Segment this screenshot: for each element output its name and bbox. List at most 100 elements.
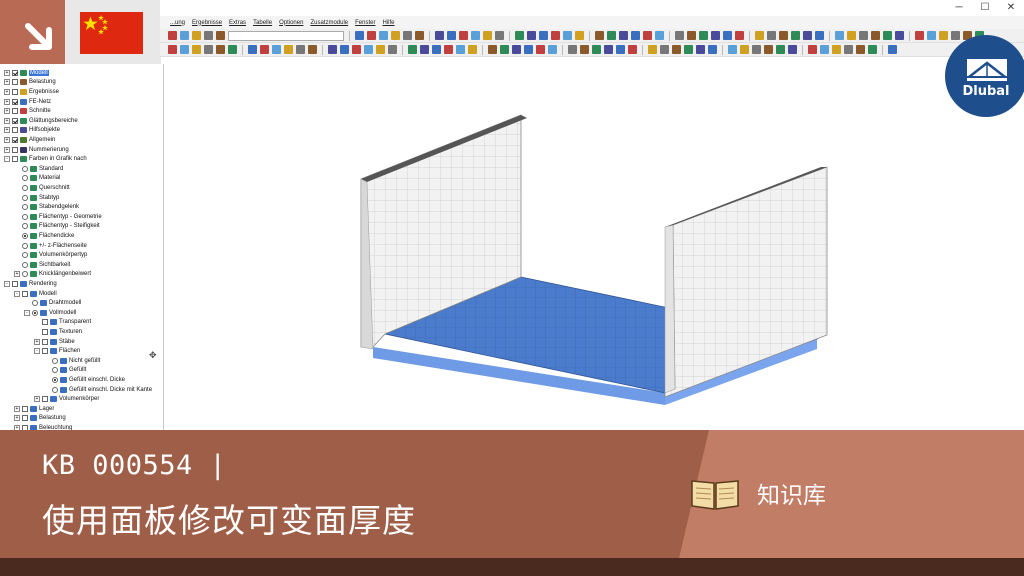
- toolbar-tool-icon[interactable]: [272, 45, 281, 54]
- nav-tree-item[interactable]: Flächentyp - Steifigkeit: [14, 222, 100, 232]
- toolbar-tool-icon[interactable]: [539, 31, 548, 40]
- nav-tree-item[interactable]: Nicht gefüllt: [44, 356, 100, 366]
- expand-icon[interactable]: +: [4, 98, 10, 105]
- toolbar-tool-icon[interactable]: [616, 45, 625, 54]
- checkbox[interactable]: [42, 328, 48, 335]
- toolbar-tool-icon[interactable]: [740, 45, 749, 54]
- radio-button[interactable]: [22, 271, 28, 278]
- toolbar-tool-icon[interactable]: [643, 31, 652, 40]
- radio-button[interactable]: [52, 357, 58, 364]
- toolbar-tool-icon[interactable]: [568, 45, 577, 54]
- radio-button[interactable]: [22, 242, 28, 249]
- nav-tree-item[interactable]: + Glättungsbereiche: [4, 116, 78, 126]
- toolbar-tool-icon[interactable]: [495, 31, 504, 40]
- nav-tree-item[interactable]: + FE-Netz: [4, 97, 51, 107]
- toolbar-tool-icon[interactable]: [791, 31, 800, 40]
- toolbar-tool-icon[interactable]: [192, 45, 201, 54]
- checkbox[interactable]: [12, 98, 18, 105]
- expand-icon[interactable]: +: [14, 405, 20, 412]
- toolbar-tool-icon[interactable]: [444, 45, 453, 54]
- toolbar-tool-icon[interactable]: [248, 45, 257, 54]
- toolbar-tool-icon[interactable]: [376, 45, 385, 54]
- toolbar-tool-icon[interactable]: [388, 45, 397, 54]
- nav-tree-item[interactable]: + Volumenkörper: [34, 394, 99, 404]
- menu-item-zusatzmodule[interactable]: Zusatzmodule: [310, 20, 348, 26]
- toolbar-tool-icon[interactable]: [619, 31, 628, 40]
- toolbar-tool-icon[interactable]: [512, 45, 521, 54]
- expand-icon[interactable]: +: [4, 136, 10, 143]
- toolbar-tool-icon[interactable]: [699, 31, 708, 40]
- checkbox[interactable]: [12, 146, 18, 153]
- toolbar-tool-icon[interactable]: [856, 45, 865, 54]
- checkbox[interactable]: [22, 290, 28, 297]
- close-button[interactable]: ✕: [998, 0, 1024, 16]
- toolbar-tool-icon[interactable]: [488, 45, 497, 54]
- toolbar-tool-icon[interactable]: [628, 45, 637, 54]
- nav-tree-item[interactable]: + Modell: [4, 68, 49, 78]
- toolbar-tool-icon[interactable]: [216, 45, 225, 54]
- checkbox[interactable]: [12, 156, 18, 163]
- toolbar-tool-icon[interactable]: [192, 31, 201, 40]
- toolbar-tool-icon[interactable]: [655, 31, 664, 40]
- nav-tree-item[interactable]: - Vollmodell: [24, 308, 76, 318]
- toolbar-tool-icon[interactable]: [883, 31, 892, 40]
- toolbar-tool-icon[interactable]: [352, 45, 361, 54]
- language-flag-tile[interactable]: [65, 0, 161, 64]
- nav-tree-item[interactable]: + Hilfsobjekte: [4, 126, 60, 136]
- nav-tree-item[interactable]: Stabtyp: [14, 193, 59, 203]
- nav-tree-item[interactable]: Drahtmodell: [24, 298, 81, 308]
- nav-tree-item[interactable]: Flächentyp - Geometrie: [14, 212, 102, 222]
- nav-tree-item[interactable]: + Stäbe: [34, 337, 75, 347]
- menu-item-extras[interactable]: Extras: [229, 20, 246, 26]
- toolbar-tool-icon[interactable]: [284, 45, 293, 54]
- radio-button[interactable]: [22, 194, 28, 201]
- toolbar-tool-icon[interactable]: [595, 31, 604, 40]
- toolbar-tool-icon[interactable]: [459, 31, 468, 40]
- toolbar-tool-icon[interactable]: [847, 31, 856, 40]
- toolbar-tool-icon[interactable]: [696, 45, 705, 54]
- toolbar-tool-icon[interactable]: [752, 45, 761, 54]
- radio-button[interactable]: [22, 223, 28, 230]
- nav-tree-item[interactable]: Transparent: [34, 318, 91, 328]
- radio-button[interactable]: [22, 213, 28, 220]
- nav-tree-item[interactable]: +/- z-Flächenseite: [14, 241, 87, 251]
- toolbar-tool-icon[interactable]: [415, 31, 424, 40]
- nav-tree-item[interactable]: Sichtbarkeit: [14, 260, 70, 270]
- toolbar-tool-icon[interactable]: [367, 31, 376, 40]
- radio-button[interactable]: [22, 204, 28, 211]
- toolbar-tool-icon[interactable]: [808, 45, 817, 54]
- collapse-icon[interactable]: -: [34, 348, 40, 355]
- toolbar-tool-icon[interactable]: [260, 45, 269, 54]
- toolbar-tool-icon[interactable]: [308, 45, 317, 54]
- expand-icon[interactable]: +: [4, 146, 10, 153]
- toolbar-tool-icon[interactable]: [844, 45, 853, 54]
- nav-tree-item[interactable]: + Knicklängenbeiwert: [14, 270, 91, 280]
- toolbar-tool-icon[interactable]: [527, 31, 536, 40]
- nav-tree-item[interactable]: - Modell: [14, 289, 57, 299]
- checkbox[interactable]: [42, 319, 48, 326]
- checkbox[interactable]: [42, 396, 48, 403]
- toolbar-tool-icon[interactable]: [687, 31, 696, 40]
- menu-item-fenster[interactable]: Fenster: [355, 20, 375, 26]
- checkbox[interactable]: [22, 405, 28, 412]
- collapse-icon[interactable]: -: [4, 156, 10, 163]
- nav-tree-item[interactable]: Gefüllt einschl. Dicke: [44, 375, 125, 385]
- toolbar-tool-icon[interactable]: [776, 45, 785, 54]
- menu-item-bearbeitung[interactable]: ...ung: [170, 20, 185, 26]
- nav-tree-item[interactable]: Flächendicke: [14, 231, 74, 241]
- expand-icon[interactable]: +: [4, 79, 10, 86]
- toolbar-tool-icon[interactable]: [767, 31, 776, 40]
- nav-tree-item[interactable]: + Nummerierung: [4, 145, 69, 155]
- nav-tree-item[interactable]: + Beleuchtung: [14, 423, 72, 430]
- collapse-icon[interactable]: -: [4, 280, 10, 287]
- toolbar-tool-icon[interactable]: [672, 45, 681, 54]
- toolbar-tool-icon[interactable]: [895, 31, 904, 40]
- toolbar-tool-icon[interactable]: [684, 45, 693, 54]
- toolbar-tool-icon[interactable]: [216, 31, 225, 40]
- toolbar-tool-icon[interactable]: [835, 31, 844, 40]
- nav-tree-item[interactable]: - Flächen: [34, 346, 80, 356]
- checkbox[interactable]: [42, 348, 48, 355]
- checkbox[interactable]: [22, 415, 28, 422]
- toolbar-tool-icon[interactable]: [859, 31, 868, 40]
- toolbar-tool-icon[interactable]: [888, 45, 897, 54]
